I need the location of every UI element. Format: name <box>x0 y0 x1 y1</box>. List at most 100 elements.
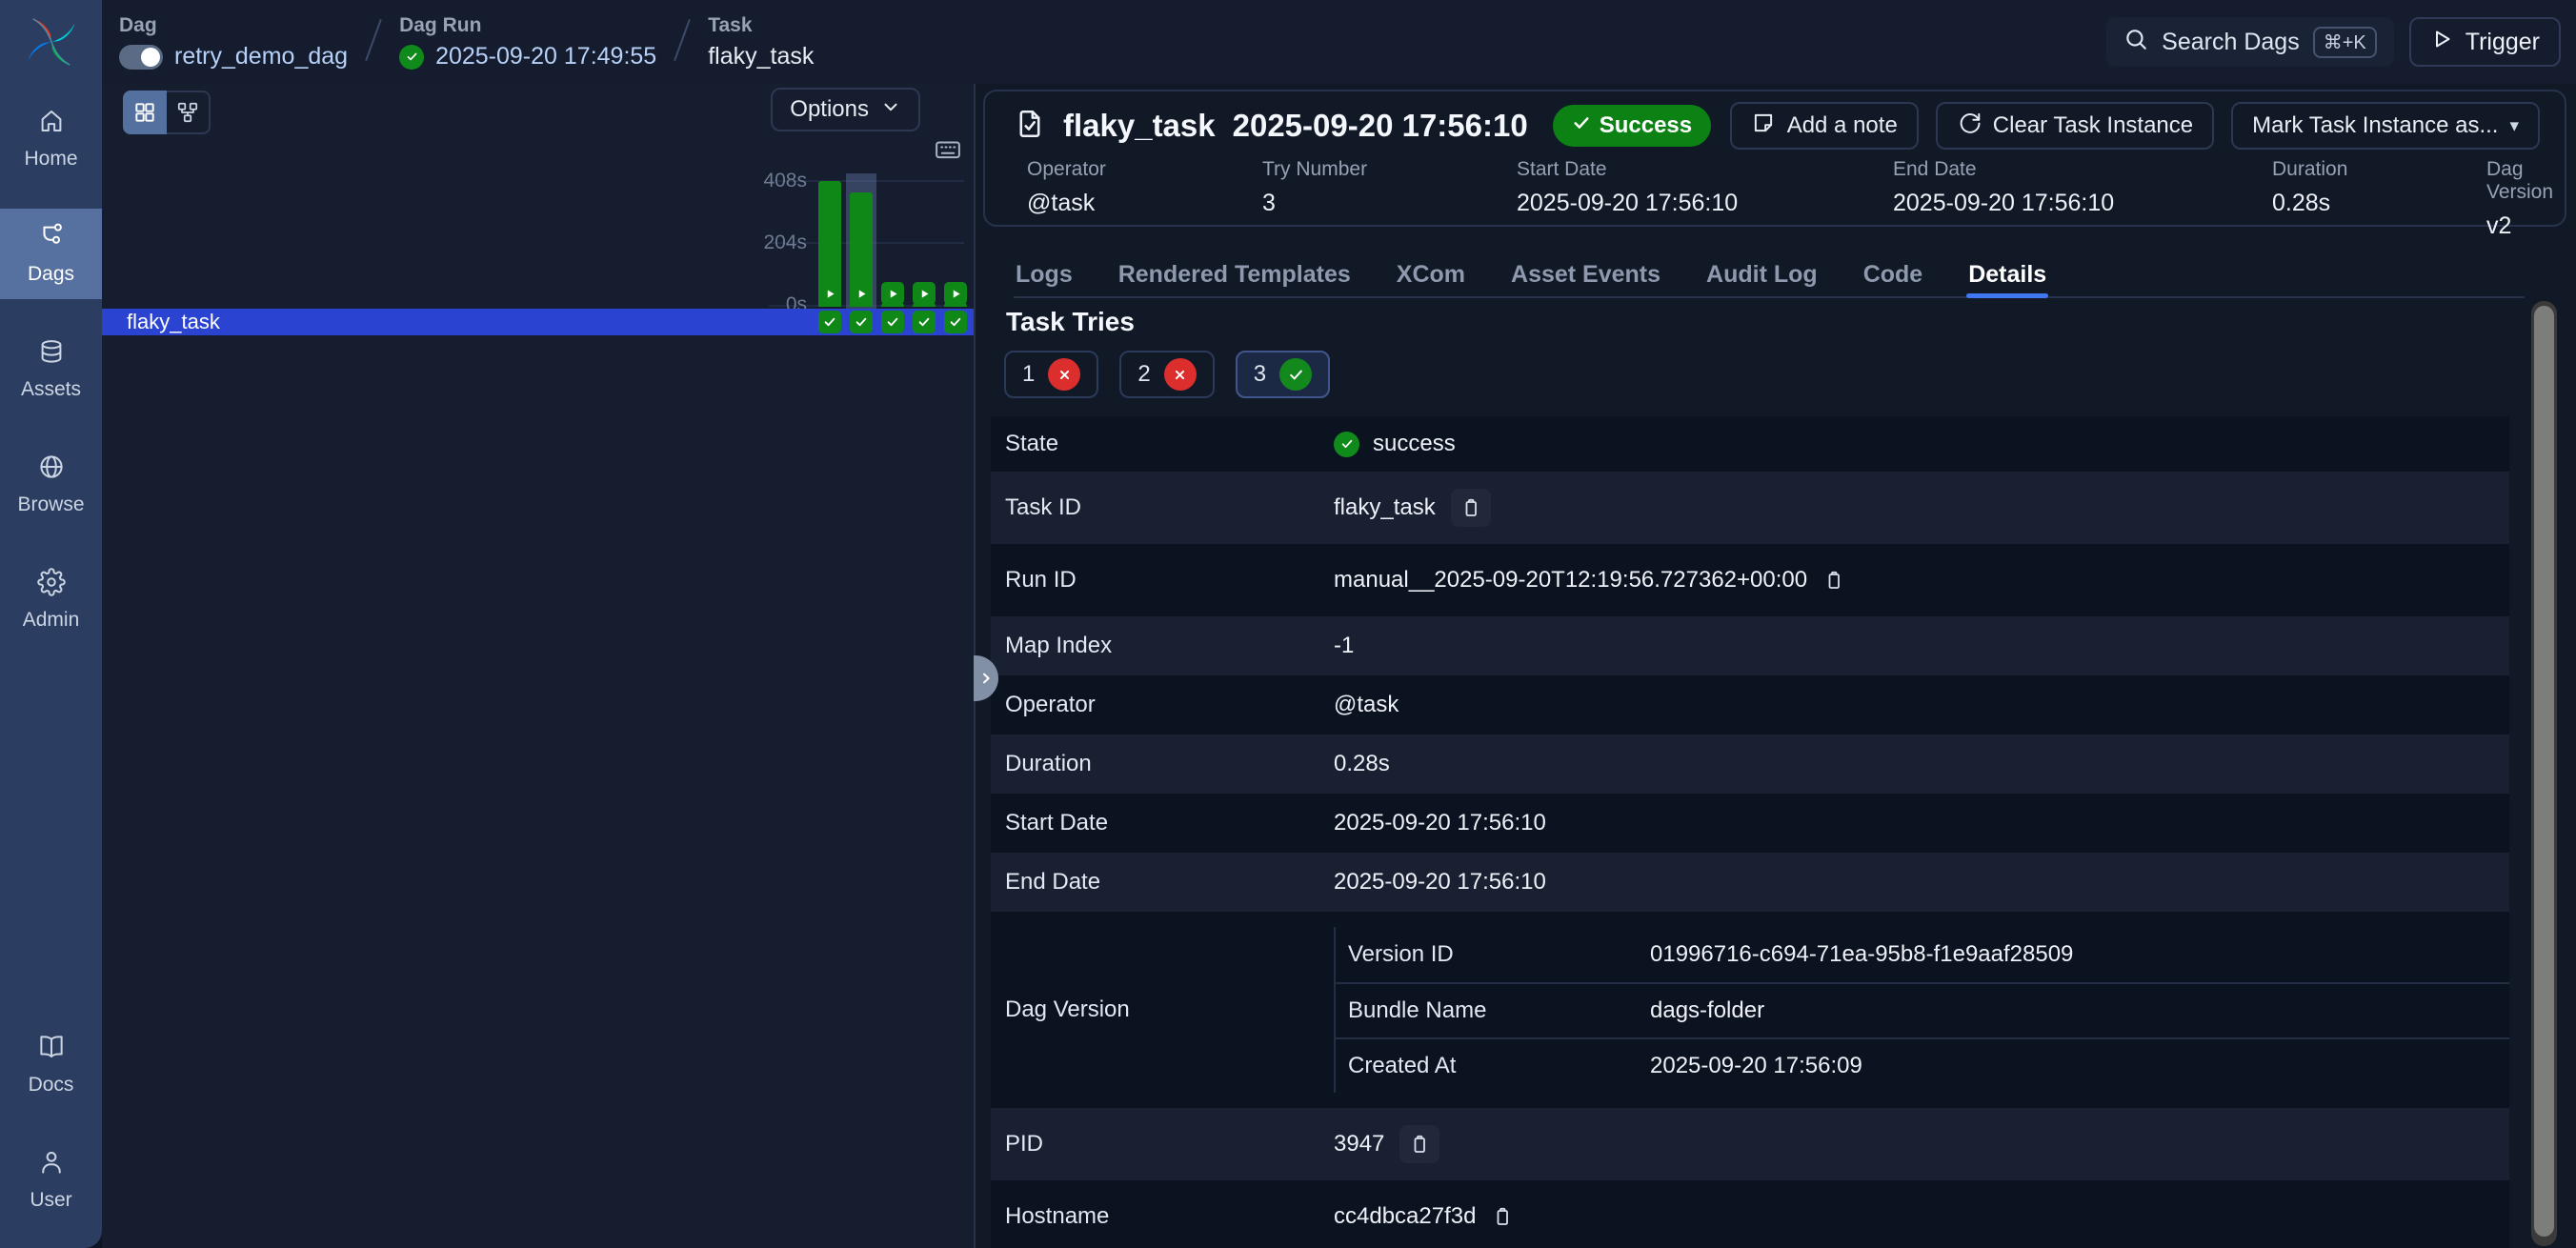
grid-task-label: flaky_task <box>127 310 220 334</box>
task-tries-selector: 1 2 3 <box>1004 351 2509 398</box>
tab-code[interactable]: Code <box>1862 252 1925 296</box>
task-try-1[interactable]: 1 <box>1004 351 1098 398</box>
meta-value: 2025-09-20 17:56:10 <box>1517 190 1738 217</box>
sidebar-item-dags[interactable]: Dags <box>0 209 102 299</box>
scrollbar-thumb[interactable] <box>2534 306 2554 1237</box>
nested-row-bundle-name: Bundle Namedags-folder <box>1336 982 2509 1037</box>
row-value: success <box>1373 431 1456 457</box>
mark-task-instance-as-button[interactable]: Mark Task Instance as... ▾ <box>2231 102 2540 150</box>
try-number: 1 <box>1022 361 1035 388</box>
task-instance-details-table: StatesuccessTask IDflaky_taskRun IDmanua… <box>991 416 2509 1248</box>
row-value: 2025-09-20 17:56:10 <box>1334 869 1546 896</box>
meta-label: Duration <box>2272 158 2347 181</box>
nested-value: dags-folder <box>1650 997 1764 1024</box>
breadcrumb-separator <box>674 19 691 61</box>
play-icon <box>2430 28 2453 57</box>
trigger-button[interactable]: Trigger <box>2409 17 2561 67</box>
nested-value: 01996716-c694-71ea-95b8-f1e9aaf28509 <box>1650 941 2073 968</box>
copy-button[interactable] <box>1399 1125 1439 1163</box>
sidebar-item-admin[interactable]: Admin <box>0 554 102 645</box>
meta-value: 0.28s <box>2272 190 2347 217</box>
row-label: Hostname <box>1005 1203 1334 1230</box>
shortcut-badge: ⌘+K <box>2313 27 2377 58</box>
table-row-start-date: Start Date2025-09-20 17:56:10 <box>991 794 2509 853</box>
copy-button[interactable] <box>1822 569 1845 592</box>
copy-button[interactable] <box>1491 1205 1514 1228</box>
tab-asset-events[interactable]: Asset Events <box>1509 252 1662 296</box>
tab-logs[interactable]: Logs <box>1014 252 1075 296</box>
crumb-label: Task <box>708 14 814 37</box>
status-badge: Success <box>1553 105 1711 147</box>
task-instance-panel: flaky_task 2025-09-20 17:56:10 Success A… <box>976 84 2576 1248</box>
x-icon <box>1048 358 1080 391</box>
breadcrumb-separator <box>365 19 382 61</box>
table-row-task-id: Task IDflaky_task <box>991 472 2509 544</box>
meta-value: 3 <box>1262 190 1367 217</box>
nested-value: 2025-09-20 17:56:09 <box>1650 1053 1862 1079</box>
crumb-value[interactable]: retry_demo_dag <box>174 43 348 70</box>
tab-xcom[interactable]: XCom <box>1395 252 1467 296</box>
crumb-value[interactable]: 2025-09-20 17:49:55 <box>435 43 656 70</box>
task-try-3[interactable]: 3 <box>1236 351 1330 398</box>
sidebar-item-home[interactable]: Home <box>0 93 102 184</box>
nested-row-version-id: Version ID01996716-c694-71ea-95b8-f1e9aa… <box>1336 927 2509 982</box>
sidebar-item-user[interactable]: User <box>0 1135 102 1225</box>
dag-pause-toggle[interactable] <box>119 45 163 70</box>
sidebar-nav-bottom: Docs User <box>0 1019 102 1248</box>
dag-run-state-square[interactable] <box>818 282 841 305</box>
row-value: -1 <box>1334 633 1354 659</box>
search-dags-button[interactable]: Search Dags ⌘+K <box>2106 17 2394 67</box>
row-label: PID <box>1005 1131 1334 1157</box>
table-row-hostname: Hostnamecc4dbca27f3d <box>991 1180 2509 1248</box>
airflow-pinwheel-icon <box>22 12 81 71</box>
sidebar-nav: Home Dags Assets Browse Admin <box>0 93 102 645</box>
browse-icon <box>37 453 66 486</box>
row-value: flaky_task <box>1334 494 1436 521</box>
task-instance-square[interactable] <box>944 311 967 333</box>
dag-run-state-square[interactable] <box>881 282 904 305</box>
caret-down-icon: ▾ <box>2509 115 2519 137</box>
table-row-end-date: End Date2025-09-20 17:56:10 <box>991 853 2509 912</box>
sidebar-item-label: Docs <box>29 1074 74 1097</box>
tab-audit-log[interactable]: Audit Log <box>1704 252 1820 296</box>
check-icon <box>1572 112 1591 139</box>
meta-field-start-date: Start Date2025-09-20 17:56:10 <box>1517 158 1738 217</box>
tab-details[interactable]: Details <box>1966 252 2048 296</box>
task-instance-square[interactable] <box>913 311 936 333</box>
details-tab-content: Task Tries 123 StatesuccessTask IDflaky_… <box>991 299 2509 1248</box>
dag-version-nested-table: Version ID01996716-c694-71ea-95b8-f1e9aa… <box>1334 927 2509 1093</box>
sidebar-item-label: Dags <box>28 263 74 286</box>
check-icon <box>1279 358 1312 391</box>
table-row-operator: Operator@task <box>991 675 2509 735</box>
sidebar-item-docs[interactable]: Docs <box>0 1019 102 1110</box>
sidebar-item-label: Admin <box>23 609 80 632</box>
clear-task-instance-button[interactable]: Clear Task Instance <box>1936 102 2214 150</box>
detail-tabs: Logs Rendered Templates XCom Asset Events Au… <box>1014 252 2525 298</box>
assets-icon <box>37 337 66 371</box>
tab-rendered-templates[interactable]: Rendered Templates <box>1117 252 1353 296</box>
add-note-button[interactable]: Add a note <box>1730 102 1919 150</box>
meta-field-dag-version: Dag Versionv2 <box>2486 158 2553 240</box>
row-label: Run ID <box>1005 567 1334 594</box>
sidebar-item-assets[interactable]: Assets <box>0 324 102 414</box>
run-status-icon <box>399 45 424 70</box>
task-try-2[interactable]: 2 <box>1119 351 1214 398</box>
sidebar-item-browse[interactable]: Browse <box>0 439 102 530</box>
task-instance-square[interactable] <box>818 311 841 333</box>
table-row-duration: Duration0.28s <box>991 735 2509 794</box>
try-number: 3 <box>1254 361 1266 388</box>
table-row-state: Statesuccess <box>991 416 2509 472</box>
grid-task-row-flaky-task[interactable]: flaky_task <box>102 309 974 335</box>
airflow-logo[interactable] <box>0 0 102 84</box>
dag-run-state-square[interactable] <box>850 282 873 305</box>
meta-field-try-number: Try Number3 <box>1262 158 1367 217</box>
meta-field-end-date: End Date2025-09-20 17:56:10 <box>1893 158 2114 217</box>
dag-run-state-square[interactable] <box>913 282 936 305</box>
task-instance-square[interactable] <box>881 311 904 333</box>
task-instance-square[interactable] <box>850 311 873 333</box>
copy-button[interactable] <box>1451 489 1491 527</box>
meta-field-operator: Operator@task <box>1027 158 1106 217</box>
crumb-label: Dag <box>119 14 348 37</box>
details-scrollbar[interactable] <box>2531 301 2557 1246</box>
dag-run-state-square[interactable] <box>944 282 967 305</box>
